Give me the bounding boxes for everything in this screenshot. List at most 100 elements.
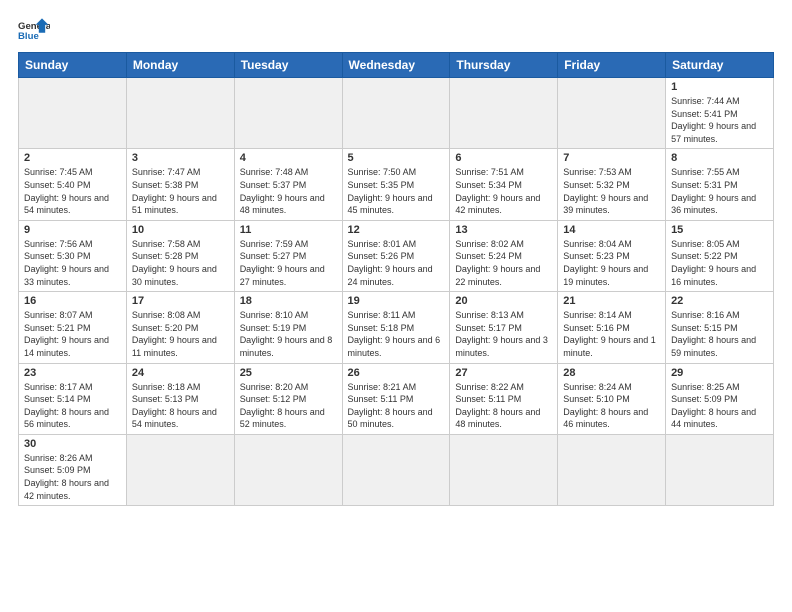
day-info: Sunrise: 7:55 AM Sunset: 5:31 PM Dayligh…	[671, 166, 768, 216]
day-info: Sunrise: 8:20 AM Sunset: 5:12 PM Dayligh…	[240, 381, 337, 431]
calendar-day-cell	[234, 78, 342, 149]
calendar-day-cell: 6 Sunrise: 7:51 AM Sunset: 5:34 PM Daylig…	[450, 149, 558, 220]
day-number: 11	[240, 224, 337, 236]
day-info: Sunrise: 8:18 AM Sunset: 5:13 PM Dayligh…	[132, 381, 229, 431]
calendar-day-cell: 13 Sunrise: 8:02 AM Sunset: 5:24 PM Dayli…	[450, 220, 558, 291]
day-number: 2	[24, 152, 121, 164]
calendar-table: SundayMondayTuesdayWednesdayThursdayFrid…	[18, 52, 774, 506]
calendar-day-cell: 18Sunrise: 8:10 AM Sunset: 5:19 PM Dayli…	[234, 292, 342, 363]
day-number: 12	[348, 224, 445, 236]
day-number: 13	[455, 224, 552, 236]
calendar-day-cell: 2Sunrise: 7:45 AM Sunset: 5:40 PM Daylig…	[19, 149, 127, 220]
day-number: 14	[563, 224, 660, 236]
day-number: 21	[563, 295, 660, 307]
day-number: 5	[348, 152, 445, 164]
day-number: 1	[671, 81, 768, 93]
calendar-day-cell: 4 Sunrise: 7:48 AM Sunset: 5:37 PM Daylig…	[234, 149, 342, 220]
day-info: Sunrise: 8:07 AM Sunset: 5:21 PM Dayligh…	[24, 309, 121, 359]
calendar-day-header: Wednesday	[342, 53, 450, 78]
day-info: Sunrise: 7:50 AM Sunset: 5:35 PM Dayligh…	[348, 166, 445, 216]
day-info: Sunrise: 7:47 AM Sunset: 5:38 PM Dayligh…	[132, 166, 229, 216]
day-info: Sunrise: 8:05 AM Sunset: 5:22 PM Dayligh…	[671, 238, 768, 288]
calendar-day-cell: 27 Sunrise: 8:22 AM Sunset: 5:11 PM Dayli…	[450, 363, 558, 434]
day-info: Sunrise: 8:22 AM Sunset: 5:11 PM Dayligh…	[455, 381, 552, 431]
calendar-day-cell: 12 Sunrise: 8:01 AM Sunset: 5:26 PM Dayli…	[342, 220, 450, 291]
calendar-day-cell: 20 Sunrise: 8:13 AM Sunset: 5:17 PM Dayli…	[450, 292, 558, 363]
day-number: 4	[240, 152, 337, 164]
day-number: 25	[240, 367, 337, 379]
calendar-day-cell: 3 Sunrise: 7:47 AM Sunset: 5:38 PM Daylig…	[126, 149, 234, 220]
day-info: Sunrise: 8:04 AM Sunset: 5:23 PM Dayligh…	[563, 238, 660, 288]
calendar-day-header: Friday	[558, 53, 666, 78]
calendar-week-row: 30Sunrise: 8:26 AM Sunset: 5:09 PM Dayli…	[19, 434, 774, 505]
calendar-day-cell: 9Sunrise: 7:56 AM Sunset: 5:30 PM Daylig…	[19, 220, 127, 291]
day-number: 24	[132, 367, 229, 379]
day-info: Sunrise: 8:13 AM Sunset: 5:17 PM Dayligh…	[455, 309, 552, 359]
day-number: 17	[132, 295, 229, 307]
day-info: Sunrise: 7:56 AM Sunset: 5:30 PM Dayligh…	[24, 238, 121, 288]
calendar-day-cell	[126, 434, 234, 505]
day-info: Sunrise: 8:02 AM Sunset: 5:24 PM Dayligh…	[455, 238, 552, 288]
day-number: 15	[671, 224, 768, 236]
day-number: 26	[348, 367, 445, 379]
calendar-day-cell	[450, 78, 558, 149]
calendar-week-row: 1 Sunrise: 7:44 AM Sunset: 5:41 PM Daylig…	[19, 78, 774, 149]
day-info: Sunrise: 8:21 AM Sunset: 5:11 PM Dayligh…	[348, 381, 445, 431]
day-number: 23	[24, 367, 121, 379]
day-number: 3	[132, 152, 229, 164]
calendar-day-cell: 25 Sunrise: 8:20 AM Sunset: 5:12 PM Dayli…	[234, 363, 342, 434]
day-info: Sunrise: 8:01 AM Sunset: 5:26 PM Dayligh…	[348, 238, 445, 288]
day-info: Sunrise: 7:59 AM Sunset: 5:27 PM Dayligh…	[240, 238, 337, 288]
calendar-day-cell: 8Sunrise: 7:55 AM Sunset: 5:31 PM Daylig…	[666, 149, 774, 220]
day-number: 10	[132, 224, 229, 236]
day-info: Sunrise: 7:48 AM Sunset: 5:37 PM Dayligh…	[240, 166, 337, 216]
day-number: 28	[563, 367, 660, 379]
calendar-day-cell: 30Sunrise: 8:26 AM Sunset: 5:09 PM Dayli…	[19, 434, 127, 505]
calendar-day-header: Tuesday	[234, 53, 342, 78]
day-info: Sunrise: 7:44 AM Sunset: 5:41 PM Dayligh…	[671, 95, 768, 145]
calendar-day-cell: 17 Sunrise: 8:08 AM Sunset: 5:20 PM Dayli…	[126, 292, 234, 363]
calendar-header-row: SundayMondayTuesdayWednesdayThursdayFrid…	[19, 53, 774, 78]
day-number: 18	[240, 295, 337, 307]
calendar-day-cell: 5 Sunrise: 7:50 AM Sunset: 5:35 PM Daylig…	[342, 149, 450, 220]
day-number: 6	[455, 152, 552, 164]
calendar-day-cell: 16 Sunrise: 8:07 AM Sunset: 5:21 PM Dayli…	[19, 292, 127, 363]
calendar-day-cell: 28Sunrise: 8:24 AM Sunset: 5:10 PM Dayli…	[558, 363, 666, 434]
calendar-day-cell: 26 Sunrise: 8:21 AM Sunset: 5:11 PM Dayli…	[342, 363, 450, 434]
day-number: 20	[455, 295, 552, 307]
calendar-day-cell: 1 Sunrise: 7:44 AM Sunset: 5:41 PM Daylig…	[666, 78, 774, 149]
day-info: Sunrise: 8:25 AM Sunset: 5:09 PM Dayligh…	[671, 381, 768, 431]
day-info: Sunrise: 8:11 AM Sunset: 5:18 PM Dayligh…	[348, 309, 445, 359]
calendar-week-row: 2Sunrise: 7:45 AM Sunset: 5:40 PM Daylig…	[19, 149, 774, 220]
calendar-day-cell: 21Sunrise: 8:14 AM Sunset: 5:16 PM Dayli…	[558, 292, 666, 363]
day-info: Sunrise: 7:53 AM Sunset: 5:32 PM Dayligh…	[563, 166, 660, 216]
calendar-day-cell: 11 Sunrise: 7:59 AM Sunset: 5:27 PM Dayli…	[234, 220, 342, 291]
day-info: Sunrise: 8:08 AM Sunset: 5:20 PM Dayligh…	[132, 309, 229, 359]
calendar-day-cell: 24 Sunrise: 8:18 AM Sunset: 5:13 PM Dayli…	[126, 363, 234, 434]
day-info: Sunrise: 7:58 AM Sunset: 5:28 PM Dayligh…	[132, 238, 229, 288]
calendar-day-cell: 10 Sunrise: 7:58 AM Sunset: 5:28 PM Dayli…	[126, 220, 234, 291]
calendar-day-cell	[342, 78, 450, 149]
calendar-day-cell: 14 Sunrise: 8:04 AM Sunset: 5:23 PM Dayli…	[558, 220, 666, 291]
calendar-day-cell	[450, 434, 558, 505]
calendar-day-header: Thursday	[450, 53, 558, 78]
calendar-day-cell	[234, 434, 342, 505]
day-number: 29	[671, 367, 768, 379]
calendar-day-cell: 7Sunrise: 7:53 AM Sunset: 5:32 PM Daylig…	[558, 149, 666, 220]
calendar-day-header: Monday	[126, 53, 234, 78]
calendar-week-row: 16 Sunrise: 8:07 AM Sunset: 5:21 PM Dayli…	[19, 292, 774, 363]
calendar-day-cell: 29 Sunrise: 8:25 AM Sunset: 5:09 PM Dayli…	[666, 363, 774, 434]
calendar-day-cell: 22 Sunrise: 8:16 AM Sunset: 5:15 PM Dayli…	[666, 292, 774, 363]
day-info: Sunrise: 7:51 AM Sunset: 5:34 PM Dayligh…	[455, 166, 552, 216]
calendar-day-cell	[126, 78, 234, 149]
calendar-day-header: Sunday	[19, 53, 127, 78]
day-number: 27	[455, 367, 552, 379]
day-number: 22	[671, 295, 768, 307]
day-info: Sunrise: 8:26 AM Sunset: 5:09 PM Dayligh…	[24, 452, 121, 502]
day-number: 16	[24, 295, 121, 307]
calendar-day-cell	[19, 78, 127, 149]
page-header: GeneralBlue	[18, 18, 774, 46]
day-info: Sunrise: 8:16 AM Sunset: 5:15 PM Dayligh…	[671, 309, 768, 359]
day-info: Sunrise: 8:17 AM Sunset: 5:14 PM Dayligh…	[24, 381, 121, 431]
calendar-day-cell: 19Sunrise: 8:11 AM Sunset: 5:18 PM Dayli…	[342, 292, 450, 363]
